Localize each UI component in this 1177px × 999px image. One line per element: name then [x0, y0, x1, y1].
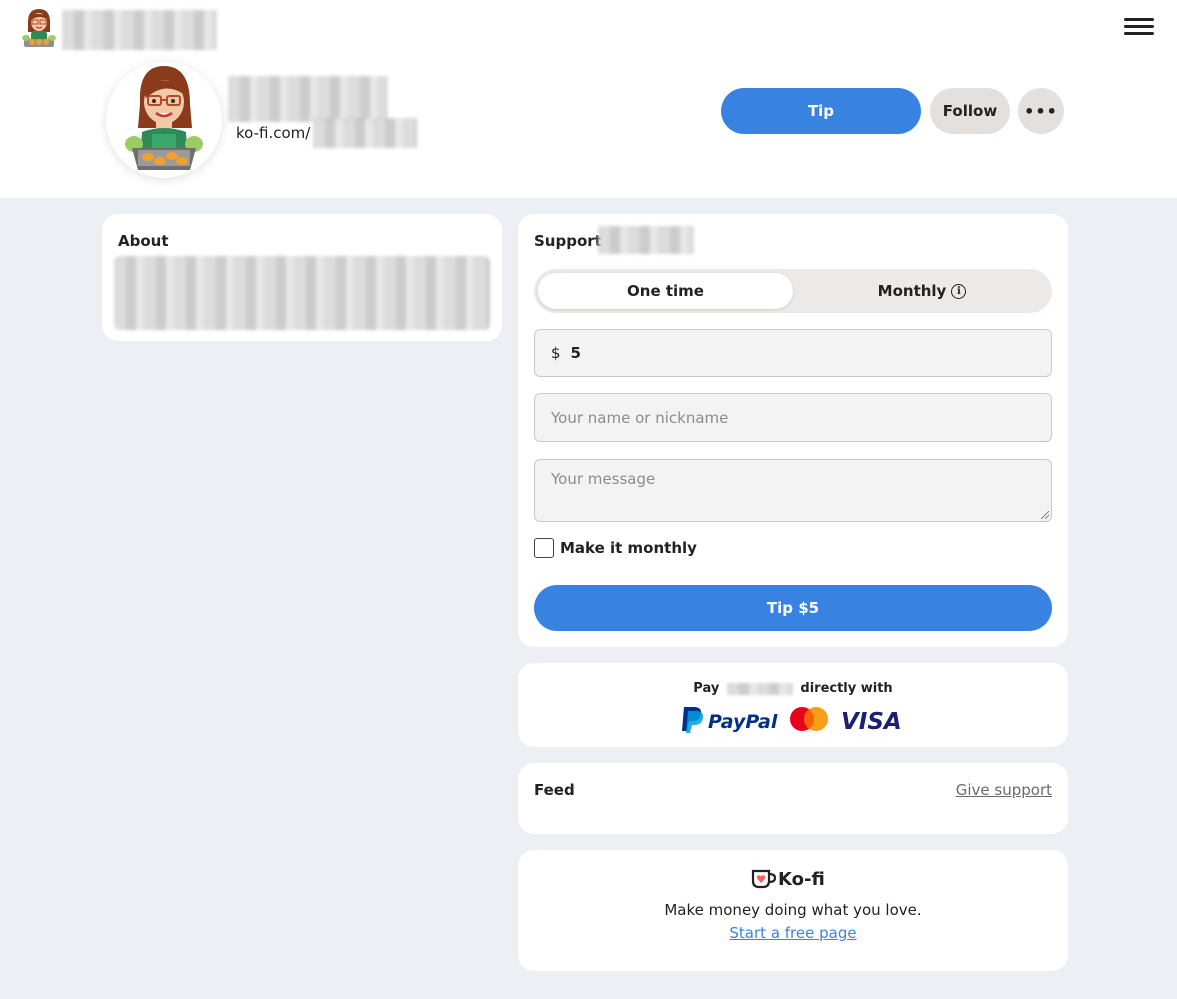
tab-monthly-label: Monthly [877, 282, 947, 300]
pay-directly-line: Pay directly with [518, 681, 1068, 696]
about-title: About [118, 232, 169, 250]
redacted-about-text [114, 256, 490, 330]
amount-value: 5 [570, 344, 581, 362]
payment-logos: PayPal VISA [682, 707, 902, 735]
redacted-support-name [598, 226, 694, 254]
tab-monthly[interactable]: Monthly i [796, 273, 1048, 309]
feed-card: Feed Give support [518, 763, 1068, 834]
support-card: Support One time Monthly i $ 5 Make it m… [518, 214, 1068, 647]
creator-avatar [106, 62, 222, 178]
feed-title: Feed [534, 781, 575, 799]
make-monthly-checkbox-row[interactable]: Make it monthly [534, 538, 697, 558]
pay-suffix: directly with [800, 681, 893, 696]
amount-input[interactable]: $ 5 [534, 329, 1052, 377]
message-input[interactable] [534, 459, 1052, 522]
kofi-logo[interactable]: Ko-fi [751, 866, 835, 890]
more-options-button[interactable]: ••• [1018, 88, 1064, 134]
profile-header: ko-fi.com/ Tip Follow ••• [0, 0, 1177, 198]
payment-methods-card: Pay directly with PayPal VISA [518, 663, 1068, 747]
give-support-link[interactable]: Give support [956, 781, 1052, 799]
info-icon[interactable]: i [951, 283, 967, 299]
textarea-resize-handle[interactable] [1041, 511, 1049, 519]
make-monthly-checkbox[interactable] [534, 538, 554, 558]
redacted-profile-handle [313, 118, 417, 148]
kofi-promo-card: Ko-fi Make money doing what you love. St… [518, 850, 1068, 971]
tip-button[interactable]: Tip [721, 88, 921, 134]
hamburger-menu-icon[interactable] [1124, 18, 1154, 38]
tab-one-time-label: One time [627, 282, 704, 300]
redacted-profile-name [228, 76, 388, 122]
pay-prefix: Pay [693, 681, 720, 696]
start-free-page-link[interactable]: Start a free page [518, 924, 1068, 942]
support-title: Support [534, 232, 602, 250]
creator-mini-avatar[interactable] [22, 6, 56, 52]
kofi-wordmark: Ko-fi [778, 869, 825, 890]
make-monthly-label: Make it monthly [560, 539, 697, 557]
frequency-toggle: One time Monthly i [534, 269, 1052, 313]
tab-one-time[interactable]: One time [538, 273, 793, 309]
visa-logo: VISA [841, 709, 902, 735]
currency-symbol: $ [551, 344, 561, 362]
name-input[interactable] [534, 393, 1052, 442]
follow-button[interactable]: Follow [930, 88, 1010, 134]
submit-tip-button[interactable]: Tip $5 [534, 585, 1052, 631]
paypal-logo: PayPal [682, 707, 778, 733]
redacted-pay-name [726, 682, 793, 695]
about-card: About [102, 214, 502, 341]
redacted-creator-name [62, 10, 217, 50]
kofi-tagline: Make money doing what you love. [664, 901, 922, 919]
mastercard-logo [790, 707, 828, 731]
baker-avatar-illustration [125, 66, 203, 170]
paypal-wordmark: PayPal [708, 711, 778, 733]
profile-url: ko-fi.com/ [236, 124, 311, 142]
